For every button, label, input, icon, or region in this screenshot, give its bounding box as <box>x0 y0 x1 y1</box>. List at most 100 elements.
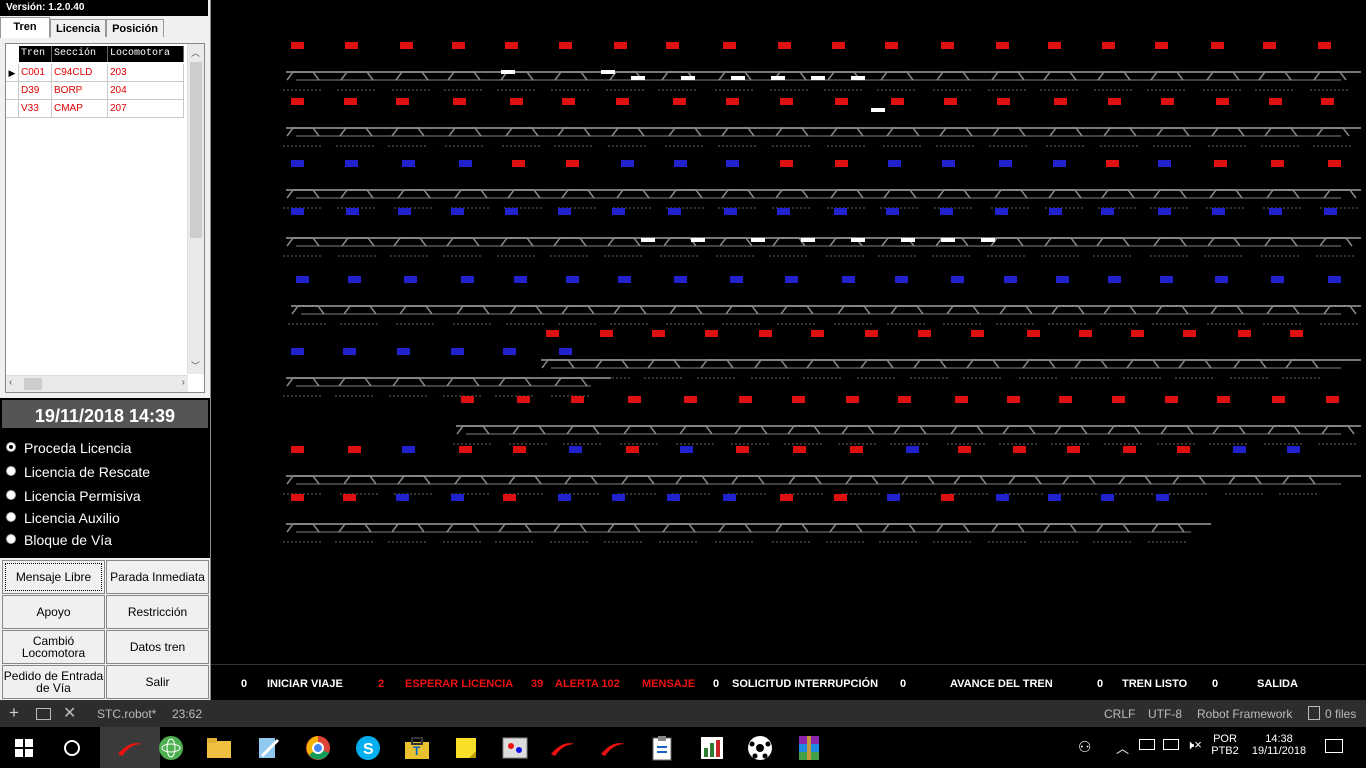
horizontal-scrollbar[interactable]: ‹ › <box>6 375 188 392</box>
salir-button[interactable]: Salir <box>106 665 209 699</box>
sticky-notes-icon[interactable] <box>451 733 481 763</box>
track-switch <box>397 189 431 199</box>
app-red-swoosh-2-icon[interactable] <box>548 733 578 763</box>
signal-marker <box>402 160 415 167</box>
track-switch <box>553 237 587 247</box>
clipboard-app-icon[interactable] <box>647 733 677 763</box>
signal-marker <box>546 330 559 337</box>
tab-licencia[interactable]: Licencia <box>50 19 106 37</box>
signal-marker <box>291 494 304 501</box>
parada-inmediata-button[interactable]: Parada Inmediata <box>106 560 209 594</box>
app-red-swoosh-icon[interactable] <box>100 727 160 768</box>
apoyo-button[interactable]: Apoyo <box>2 595 105 629</box>
windows-start-icon[interactable] <box>9 733 39 763</box>
people-icon[interactable]: ⚇ <box>1078 738 1091 756</box>
iniciar-label[interactable]: INICIAR VIAJE <box>267 678 343 690</box>
signal-marker <box>1269 98 1282 105</box>
pedido-entrada-button[interactable]: Pedido de Entrada de Vía <box>2 665 105 699</box>
track-switch <box>669 189 703 199</box>
listo-label[interactable]: TREN LISTO <box>1122 678 1187 690</box>
notifications-icon[interactable] <box>1325 739 1343 753</box>
signal-marker <box>503 494 516 501</box>
track-switch <box>886 127 920 137</box>
paint-app-icon[interactable] <box>500 733 530 763</box>
cursor-position[interactable]: 23:62 <box>172 707 202 721</box>
encoding[interactable]: UTF-8 <box>1148 707 1182 721</box>
salida-label[interactable]: SALIDA <box>1257 678 1298 690</box>
atom-green-icon[interactable] <box>156 733 186 763</box>
toolbox-icon[interactable]: T <box>402 733 432 763</box>
track-switch <box>498 377 532 387</box>
clock[interactable]: 14:38 19/11/2018 <box>1246 733 1312 757</box>
signal-marker <box>1004 276 1017 283</box>
scroll-up-icon[interactable]: ︿ <box>191 46 200 59</box>
signal-marker <box>1233 446 1246 453</box>
mensaje-libre-button[interactable]: Mensaje Libre <box>2 560 105 594</box>
chevron-up-icon[interactable]: ︿ <box>1116 738 1129 757</box>
signal-marker <box>451 348 464 355</box>
scroll-thumb[interactable] <box>190 62 202 238</box>
signal-marker <box>1212 208 1225 215</box>
table-row[interactable]: D39 BORP 204 <box>6 82 186 100</box>
track-diagram[interactable] <box>211 0 1366 664</box>
chart-app-icon[interactable] <box>697 733 727 763</box>
signal-marker <box>505 42 518 49</box>
scroll-thumb[interactable] <box>24 378 42 390</box>
option-label: Licencia Permisiva <box>24 488 141 504</box>
skype-icon[interactable]: S <box>353 733 383 763</box>
table-row[interactable]: ▶ C001 C94CLD 203 <box>6 64 186 82</box>
track-switch <box>339 127 373 137</box>
signal-marker <box>832 42 845 49</box>
esperar-label[interactable]: ESPERAR LICENCIA <box>405 678 513 690</box>
network-icon[interactable] <box>1163 739 1179 750</box>
datos-tren-button[interactable]: Datos tren <box>106 630 209 664</box>
plus-icon[interactable]: + <box>9 703 19 723</box>
signal-marker <box>680 446 693 453</box>
restriccion-button[interactable]: Restricción <box>106 595 209 629</box>
tab-tren[interactable]: Tren <box>0 17 50 38</box>
battery-icon[interactable] <box>1139 739 1155 750</box>
files-count[interactable]: 0 files <box>1325 707 1356 721</box>
soccer-app-icon[interactable] <box>745 733 775 763</box>
signal-marker <box>1013 446 1026 453</box>
signal-marker <box>705 330 718 337</box>
chrome-icon[interactable] <box>303 733 333 763</box>
language-indicator[interactable]: POR PTB2 <box>1207 733 1243 757</box>
track-switch <box>882 523 916 533</box>
signal-marker <box>404 276 417 283</box>
tab-posicion[interactable]: Posición <box>106 19 164 37</box>
header-locomotora[interactable]: Locomotora <box>108 46 184 62</box>
salida-count: 0 <box>1212 678 1219 690</box>
scroll-down-icon[interactable]: ﹀ <box>191 359 200 372</box>
table-row[interactable]: V33 CMAP 207 <box>6 100 186 118</box>
signal-marker <box>1101 494 1114 501</box>
file-name[interactable]: STC.robot* <box>97 707 156 721</box>
signal-marker <box>1238 330 1251 337</box>
avance-label[interactable]: AVANCE DEL TREN <box>950 678 1053 690</box>
header-tren[interactable]: Tren <box>19 46 52 62</box>
track-switch <box>937 189 971 199</box>
eol-mode[interactable]: CRLF <box>1104 707 1135 721</box>
app-red-swoosh-3-icon[interactable] <box>598 733 628 763</box>
language-mode[interactable]: Robot Framework <box>1197 707 1292 721</box>
signal-marker <box>888 160 901 167</box>
close-icon[interactable]: ✕ <box>63 703 76 723</box>
signal-marker <box>684 396 697 403</box>
search-circle-icon[interactable] <box>57 733 87 763</box>
terminal-icon[interactable] <box>36 708 51 720</box>
volume-muted-icon[interactable]: 🕨× <box>1186 737 1202 753</box>
header-seccion[interactable]: Sección <box>52 46 108 62</box>
radio-icon <box>6 490 16 500</box>
file-explorer-icon[interactable] <box>204 733 234 763</box>
alerta-label[interactable]: ALERTA 102 <box>555 678 620 690</box>
vertical-scrollbar[interactable]: ︿ ﹀ <box>187 44 204 374</box>
scroll-left-icon[interactable]: ‹ <box>9 377 12 388</box>
solicitud-label[interactable]: SOLICITUD INTERRUPCIÓN <box>732 678 878 690</box>
winrar-icon[interactable] <box>794 733 824 763</box>
cambio-locomotora-button[interactable]: Cambió Locomotora <box>2 630 105 664</box>
notepad-pen-icon[interactable] <box>253 733 283 763</box>
scroll-right-icon[interactable]: › <box>182 377 185 388</box>
mensaje-label[interactable]: MENSAJE <box>642 678 695 690</box>
signal-marker <box>600 330 613 337</box>
track-switch <box>454 475 488 485</box>
